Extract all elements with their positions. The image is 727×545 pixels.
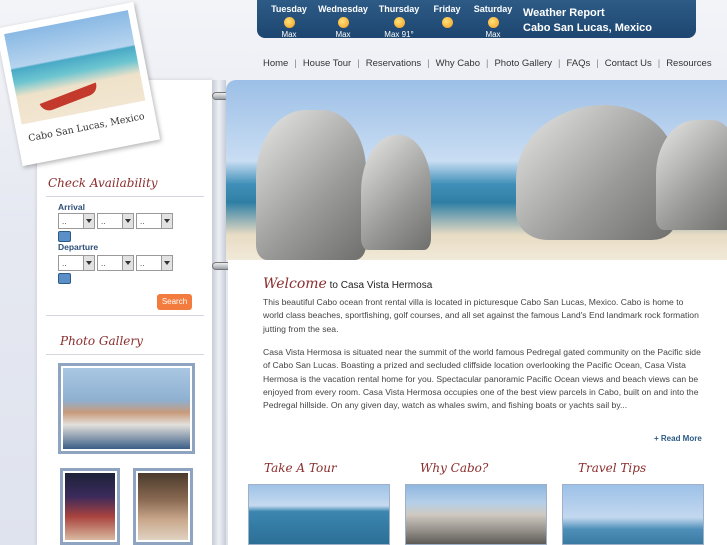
nav-separator: | bbox=[558, 58, 561, 69]
select-value: .. bbox=[101, 259, 106, 268]
gallery-photo[interactable] bbox=[133, 468, 193, 545]
weather-bar: Tuesday Max Wednesday Max Thursday Max 9… bbox=[257, 0, 696, 38]
calendar-icon[interactable] bbox=[58, 273, 71, 284]
divider bbox=[46, 196, 204, 197]
tile-title-travel-tips[interactable]: Travel Tips bbox=[578, 461, 646, 475]
nav-why-cabo[interactable]: Why Cabo bbox=[436, 58, 480, 69]
sun-icon bbox=[337, 17, 349, 28]
hero-arch-photo bbox=[226, 80, 727, 260]
nav-resources[interactable]: Resources bbox=[666, 58, 711, 69]
select-value: .. bbox=[62, 217, 67, 226]
weather-day: Tuesday Max bbox=[259, 4, 319, 38]
chevron-down-icon bbox=[122, 256, 133, 270]
nav-separator: | bbox=[485, 58, 489, 69]
availability-title: Check Availability bbox=[48, 176, 158, 190]
departure-year-select[interactable]: .. bbox=[136, 255, 173, 271]
nav-separator: | bbox=[294, 58, 297, 69]
weather-day-name: Wednesday bbox=[318, 4, 368, 14]
chevron-down-icon bbox=[83, 256, 94, 270]
departure-month-select[interactable]: .. bbox=[58, 255, 95, 271]
welcome-heading: Welcome to Casa Vista Hermosa bbox=[263, 276, 432, 292]
nav-separator: | bbox=[596, 58, 599, 69]
nav-contact-us[interactable]: Contact Us bbox=[605, 58, 652, 69]
weather-day-name: Tuesday bbox=[271, 4, 307, 14]
travel-tips-tile-photo[interactable] bbox=[562, 484, 704, 545]
weather-day-name: Thursday bbox=[378, 4, 420, 14]
description-paragraph: Casa Vista Hermosa is situated near the … bbox=[263, 347, 701, 411]
weather-max: Max bbox=[485, 30, 501, 38]
calendar-icon[interactable] bbox=[58, 231, 71, 242]
chevron-down-icon bbox=[83, 214, 94, 228]
boat-shape bbox=[39, 82, 100, 114]
weather-day-name: Friday bbox=[433, 4, 461, 14]
rock-shape bbox=[361, 135, 431, 250]
intro-paragraph: This beautiful Cabo ocean front rental v… bbox=[263, 297, 699, 334]
binder-spine bbox=[212, 80, 226, 545]
weather-max: Max 91° bbox=[384, 30, 414, 38]
nav-reservations[interactable]: Reservations bbox=[366, 58, 421, 69]
rock-shape bbox=[256, 110, 366, 260]
fishing-photo bbox=[63, 368, 190, 449]
nav-photo-gallery[interactable]: Photo Gallery bbox=[494, 58, 552, 69]
polaroid-photo: Cabo San Lucas, Mexico bbox=[0, 1, 161, 167]
weather-report: Weather Report Cabo San Lucas, Mexico bbox=[523, 6, 652, 36]
tile-title-why-cabo[interactable]: Why Cabo? bbox=[420, 461, 488, 475]
nav-separator: | bbox=[657, 58, 661, 69]
arrival-year-select[interactable]: .. bbox=[136, 213, 173, 229]
nav-home[interactable]: Home bbox=[263, 58, 288, 69]
main-nav: Home | House Tour | Reservations | Why Cabo | Ph… bbox=[263, 58, 712, 69]
sun-icon bbox=[393, 17, 405, 28]
select-value: .. bbox=[140, 217, 145, 226]
departure-label: Departure bbox=[58, 242, 99, 252]
beach-photo bbox=[4, 10, 146, 125]
why-cabo-tile-photo[interactable] bbox=[405, 484, 547, 545]
nav-separator: | bbox=[357, 58, 360, 69]
arrival-month-select[interactable]: .. bbox=[58, 213, 95, 229]
gallery-photo[interactable] bbox=[60, 468, 120, 545]
club-photo bbox=[65, 473, 115, 540]
weather-report-title: Weather Report bbox=[523, 7, 605, 19]
divider bbox=[46, 354, 204, 355]
divider bbox=[46, 315, 204, 316]
chevron-down-icon bbox=[161, 256, 172, 270]
read-more-link[interactable]: + Read More bbox=[654, 434, 702, 443]
welcome-subtitle: to Casa Vista Hermosa bbox=[329, 280, 433, 291]
nav-house-tour[interactable]: House Tour bbox=[303, 58, 351, 69]
weather-day: Wednesday Max bbox=[313, 4, 373, 38]
welcome-script: Welcome bbox=[263, 276, 327, 292]
sun-icon bbox=[487, 17, 499, 28]
arrival-day-select[interactable]: .. bbox=[97, 213, 134, 229]
weather-day: Saturday Max bbox=[463, 4, 523, 38]
weather-max: Max bbox=[281, 30, 297, 38]
departure-day-select[interactable]: .. bbox=[97, 255, 134, 271]
arrival-label: Arrival bbox=[58, 202, 85, 212]
sun-icon bbox=[441, 17, 453, 28]
nav-faqs[interactable]: FAQs bbox=[566, 58, 590, 69]
tile-title-tour[interactable]: Take A Tour bbox=[264, 461, 337, 475]
nav-separator: | bbox=[427, 58, 430, 69]
select-value: .. bbox=[101, 217, 106, 226]
rock-arch bbox=[516, 105, 676, 240]
search-button[interactable]: Search bbox=[157, 294, 192, 310]
rock-shape bbox=[656, 120, 727, 230]
weather-day-name: Saturday bbox=[473, 4, 513, 14]
weather-max: Max bbox=[335, 30, 351, 38]
weather-location: Cabo San Lucas, Mexico bbox=[523, 22, 652, 34]
gallery-title: Photo Gallery bbox=[60, 334, 143, 348]
tour-tile-photo[interactable] bbox=[248, 484, 390, 545]
select-value: .. bbox=[140, 259, 145, 268]
chevron-down-icon bbox=[161, 214, 172, 228]
sun-icon bbox=[283, 17, 295, 28]
select-value: .. bbox=[62, 259, 67, 268]
gallery-photo[interactable] bbox=[58, 363, 195, 454]
friends-photo bbox=[138, 473, 188, 540]
chevron-down-icon bbox=[122, 214, 133, 228]
